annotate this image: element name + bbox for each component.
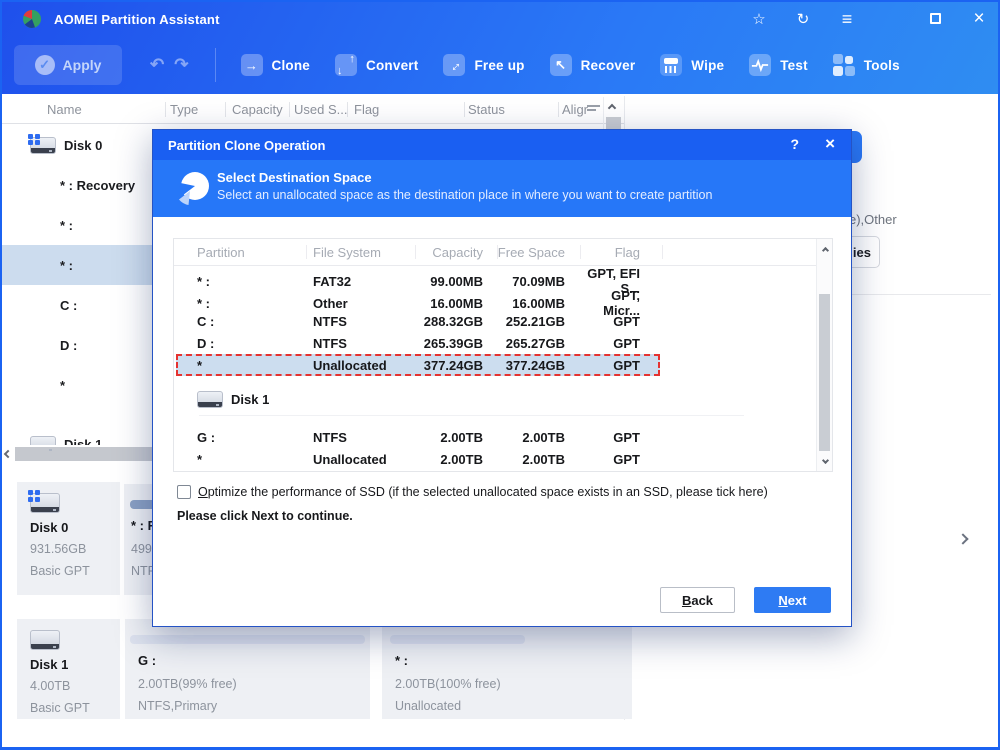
dialog-titlebar: Partition Clone Operation ? ×	[153, 130, 851, 160]
dialog-scrollbar[interactable]	[816, 239, 832, 471]
column-capacity[interactable]: Capacity	[232, 102, 283, 117]
help-icon[interactable]: ?	[790, 136, 799, 152]
table-row-selected-unallocated[interactable]: * Unallocated 377.24GB 377.24GB GPT	[174, 354, 832, 376]
apply-button[interactable]: ✓ Apply	[14, 45, 122, 85]
dialog-close-icon[interactable]: ×	[825, 134, 835, 154]
column-name[interactable]: Name	[47, 102, 82, 117]
table-row[interactable]: D : NTFS 265.39GB 265.27GB GPT	[174, 332, 832, 354]
list-item-star1[interactable]: * :	[2, 205, 152, 245]
convert-button[interactable]: ↑ ↓ Convert	[335, 53, 418, 77]
scroll-down-icon[interactable]	[817, 449, 832, 471]
close-button[interactable]: ×	[970, 8, 988, 30]
ssd-optimize-label[interactable]: Optimize the performance of SSD (if the …	[198, 485, 768, 499]
recover-button[interactable]: ↖ Recover	[549, 54, 636, 76]
table-row[interactable]: * : FAT32 99.00MB 70.09MB GPT, EFI S...	[174, 266, 832, 296]
disk1-info-card[interactable]: Disk 1 4.00TB Basic GPT	[17, 619, 120, 719]
undo-button[interactable]: ↶	[150, 55, 164, 75]
next-hint-text: Please click Next to continue.	[177, 509, 353, 523]
toolbar-divider	[214, 48, 216, 82]
list-item-d[interactable]: D :	[2, 325, 152, 365]
capacity-bar	[130, 635, 365, 644]
partition-clone-dialog: Partition Clone Operation ? × Select Des…	[152, 129, 852, 627]
clone-icon: →	[240, 54, 263, 76]
right-panel-divider	[851, 294, 991, 295]
check-circle-icon: ✓	[34, 55, 55, 75]
dialog-title: Partition Clone Operation	[168, 137, 326, 153]
list-item-c[interactable]: C :	[2, 285, 152, 325]
back-button[interactable]: Back	[660, 587, 735, 613]
free-up-button[interactable]: ↔ Free up	[443, 54, 524, 76]
refresh-icon[interactable]: ↻	[794, 10, 812, 28]
main-table-header: Name Type Capacity Used S... Flag Status…	[2, 96, 624, 124]
ssd-optimize-row: Optimize the performance of SSD (if the …	[177, 485, 768, 499]
pie-chart-icon	[179, 172, 209, 205]
right-panel-partial-text: e),Other	[849, 212, 897, 227]
free-up-icon: ↔	[443, 54, 466, 76]
scroll-left-icon[interactable]	[3, 449, 13, 459]
table-row[interactable]: * Unallocated 2.00TB 2.00TB GPT	[174, 448, 832, 470]
toolbar: ✓ Apply ↶ ↷ → Clone ↑ ↓ Convert ↔ Free up	[2, 36, 998, 94]
convert-icon: ↑ ↓	[335, 53, 358, 77]
destination-table: Partition File System Capacity Free Spac…	[173, 238, 833, 472]
titlebar: AOMEI Partition Assistant ☆ ↻ ≡ ×	[2, 2, 998, 36]
disk-icon	[197, 390, 223, 408]
redo-button[interactable]: ↷	[174, 55, 188, 75]
scroll-up-icon[interactable]	[817, 239, 832, 261]
list-item-recovery[interactable]: * : Recovery	[2, 165, 152, 205]
dialog-banner: Select Destination Space Select an unall…	[153, 160, 851, 217]
column-align[interactable]: Aligr	[562, 102, 588, 117]
app-window: AOMEI Partition Assistant ☆ ↻ ≡ × ✓ Appl…	[0, 0, 1000, 750]
favorite-star-icon[interactable]: ☆	[750, 10, 768, 28]
disk1-partition-g-card[interactable]: G : 2.00TB(99% free) NTFS,Primary	[125, 619, 370, 719]
banner-subheading: Select an unallocated space as the desti…	[217, 188, 713, 202]
column-status[interactable]: Status	[468, 102, 505, 117]
disk-icon	[30, 630, 60, 650]
test-button[interactable]: Test	[749, 54, 808, 76]
test-waveform-icon	[749, 54, 772, 76]
column-type[interactable]: Type	[170, 102, 198, 117]
banner-heading: Select Destination Space	[217, 170, 372, 185]
scrollbar-thumb[interactable]	[15, 447, 152, 461]
recover-icon: ↖	[549, 54, 572, 76]
wipe-button[interactable]: Wipe	[660, 54, 724, 76]
list-item-star3[interactable]: *	[2, 365, 152, 405]
ssd-optimize-checkbox[interactable]	[177, 485, 191, 499]
align-columns-icon	[587, 105, 600, 113]
table-row[interactable]: * : Other 16.00MB 16.00MB GPT, Micr...	[174, 288, 832, 318]
tools-grid-icon	[832, 54, 855, 76]
list-item-disk0[interactable]: Disk 0	[2, 125, 152, 165]
wipe-shredder-icon	[660, 54, 683, 76]
table-row[interactable]: G : NTFS 2.00TB 2.00TB GPT	[174, 426, 832, 448]
column-used[interactable]: Used S...	[294, 102, 347, 117]
expand-chevron[interactable]	[957, 530, 969, 548]
disk-icon	[28, 490, 60, 513]
window-chrome: AOMEI Partition Assistant ☆ ↻ ≡ × ✓ Appl…	[2, 2, 998, 94]
clone-button[interactable]: → Clone	[240, 54, 311, 76]
tools-button[interactable]: Tools	[832, 54, 900, 76]
app-logo-icon	[23, 9, 41, 28]
menu-icon[interactable]: ≡	[838, 9, 856, 30]
disk-icon	[28, 133, 56, 154]
destination-table-header: Partition File System Capacity Free Spac…	[174, 239, 832, 266]
horizontal-scrollbar[interactable]	[2, 445, 152, 463]
list-item-star2-selected[interactable]: * :	[2, 245, 152, 285]
scrollbar-thumb[interactable]	[819, 294, 830, 451]
app-title: AOMEI Partition Assistant	[54, 11, 220, 27]
group-header-disk1: Disk 1	[174, 384, 832, 416]
disk1-partition-unallocated-card[interactable]: * : 2.00TB(100% free) Unallocated	[382, 619, 632, 719]
main-table-scrollbar[interactable]	[603, 97, 623, 129]
column-flag[interactable]: Flag	[354, 102, 379, 117]
maximize-button[interactable]	[926, 11, 944, 28]
group-divider	[199, 415, 744, 416]
capacity-bar	[390, 635, 525, 644]
disk0-info-card[interactable]: Disk 0 931.56GB Basic GPT	[17, 482, 120, 595]
next-button[interactable]: Next	[754, 587, 831, 613]
maximize-icon	[929, 12, 941, 24]
table-row[interactable]: C : NTFS 288.32GB 252.21GB GPT	[174, 310, 832, 332]
